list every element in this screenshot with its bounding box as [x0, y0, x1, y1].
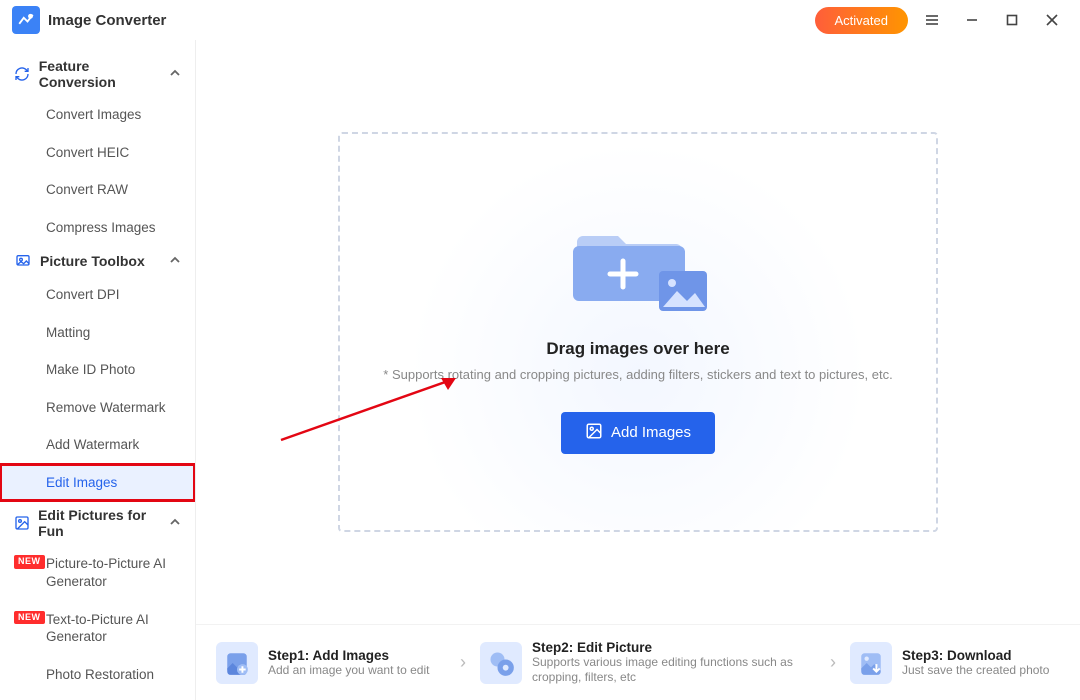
folder-plus-illustration-icon — [563, 211, 713, 321]
maximize-button[interactable] — [996, 4, 1028, 36]
new-badge: NEW — [14, 611, 45, 625]
chevron-right-icon: › — [822, 652, 844, 673]
toolbox-icon — [14, 252, 32, 270]
add-images-label: Add Images — [611, 424, 691, 441]
steps-footer: Step1: Add Images Add an image you want … — [196, 624, 1080, 700]
activated-badge: Activated — [815, 7, 908, 34]
sidebar-item-remove-watermark[interactable]: Remove Watermark — [0, 389, 195, 427]
sidebar-section-feature-conversion[interactable]: Feature Conversion — [0, 52, 195, 96]
sidebar-item-photo-restoration[interactable]: Photo Restoration — [0, 656, 195, 694]
sidebar-section-edit-pictures-for-fun[interactable]: Edit Pictures for Fun — [0, 501, 195, 545]
step-3: Step3: Download Just save the created ph… — [850, 642, 1060, 684]
step3-icon — [850, 642, 892, 684]
sidebar-item-convert-raw[interactable]: Convert RAW — [0, 171, 195, 209]
close-button[interactable] — [1036, 4, 1068, 36]
step-1: Step1: Add Images Add an image you want … — [216, 642, 446, 684]
sidebar-item-make-id-photo[interactable]: Make ID Photo — [0, 351, 195, 389]
sidebar-item-matting[interactable]: Matting — [0, 314, 195, 352]
sidebar-item-compress-images[interactable]: Compress Images — [0, 209, 195, 247]
step2-title: Step2: Edit Picture — [532, 640, 816, 655]
sidebar-item-add-watermark[interactable]: Add Watermark — [0, 426, 195, 464]
step2-desc: Supports various image editing functions… — [532, 655, 816, 685]
step1-title: Step1: Add Images — [268, 648, 429, 663]
new-badge: NEW — [14, 555, 45, 569]
minimize-button[interactable] — [956, 4, 988, 36]
sidebar-section-label: Feature Conversion — [39, 58, 161, 90]
sidebar-item-convert-heic[interactable]: Convert HEIC — [0, 134, 195, 172]
menu-button[interactable] — [916, 4, 948, 36]
sidebar-section-picture-toolbox[interactable]: Picture Toolbox — [0, 246, 195, 276]
sidebar-section-label: Edit Pictures for Fun — [38, 507, 161, 539]
step1-desc: Add an image you want to edit — [268, 663, 429, 678]
chevron-up-icon — [169, 515, 181, 531]
chevron-up-icon — [169, 253, 181, 269]
sidebar-item-edit-images[interactable]: Edit Images — [0, 464, 195, 502]
dropzone-heading: Drag images over here — [546, 339, 729, 359]
sidebar-item-picture-to-picture-ai[interactable]: NEW Picture-to-Picture AI Generator — [0, 545, 195, 600]
sidebar-item-convert-dpi[interactable]: Convert DPI — [0, 276, 195, 314]
step3-title: Step3: Download — [902, 648, 1049, 663]
step-2: Step2: Edit Picture Supports various ima… — [480, 640, 816, 685]
app-logo-icon — [12, 6, 40, 34]
dropzone-subtext: * Supports rotating and cropping picture… — [363, 367, 912, 382]
chevron-right-icon: › — [452, 652, 474, 673]
image-icon — [585, 422, 603, 444]
step1-icon — [216, 642, 258, 684]
sidebar-item-text-to-picture-ai[interactable]: NEW Text-to-Picture AI Generator — [0, 601, 195, 656]
chevron-up-icon — [169, 66, 181, 82]
add-images-button[interactable]: Add Images — [561, 412, 715, 454]
refresh-icon — [14, 65, 31, 83]
main-area: Drag images over here * Supports rotatin… — [196, 40, 1080, 700]
sidebar: Feature Conversion Convert Images Conver… — [0, 40, 196, 700]
sidebar-item-add-special-effects[interactable]: Add Special Effects — [0, 693, 195, 700]
titlebar: Image Converter Activated — [0, 0, 1080, 40]
picture-fun-icon — [14, 514, 30, 532]
dropzone[interactable]: Drag images over here * Supports rotatin… — [338, 132, 938, 532]
sidebar-item-convert-images[interactable]: Convert Images — [0, 96, 195, 134]
step2-icon — [480, 642, 522, 684]
sidebar-section-label: Picture Toolbox — [40, 253, 145, 269]
app-title: Image Converter — [48, 12, 166, 29]
step3-desc: Just save the created photo — [902, 663, 1049, 678]
